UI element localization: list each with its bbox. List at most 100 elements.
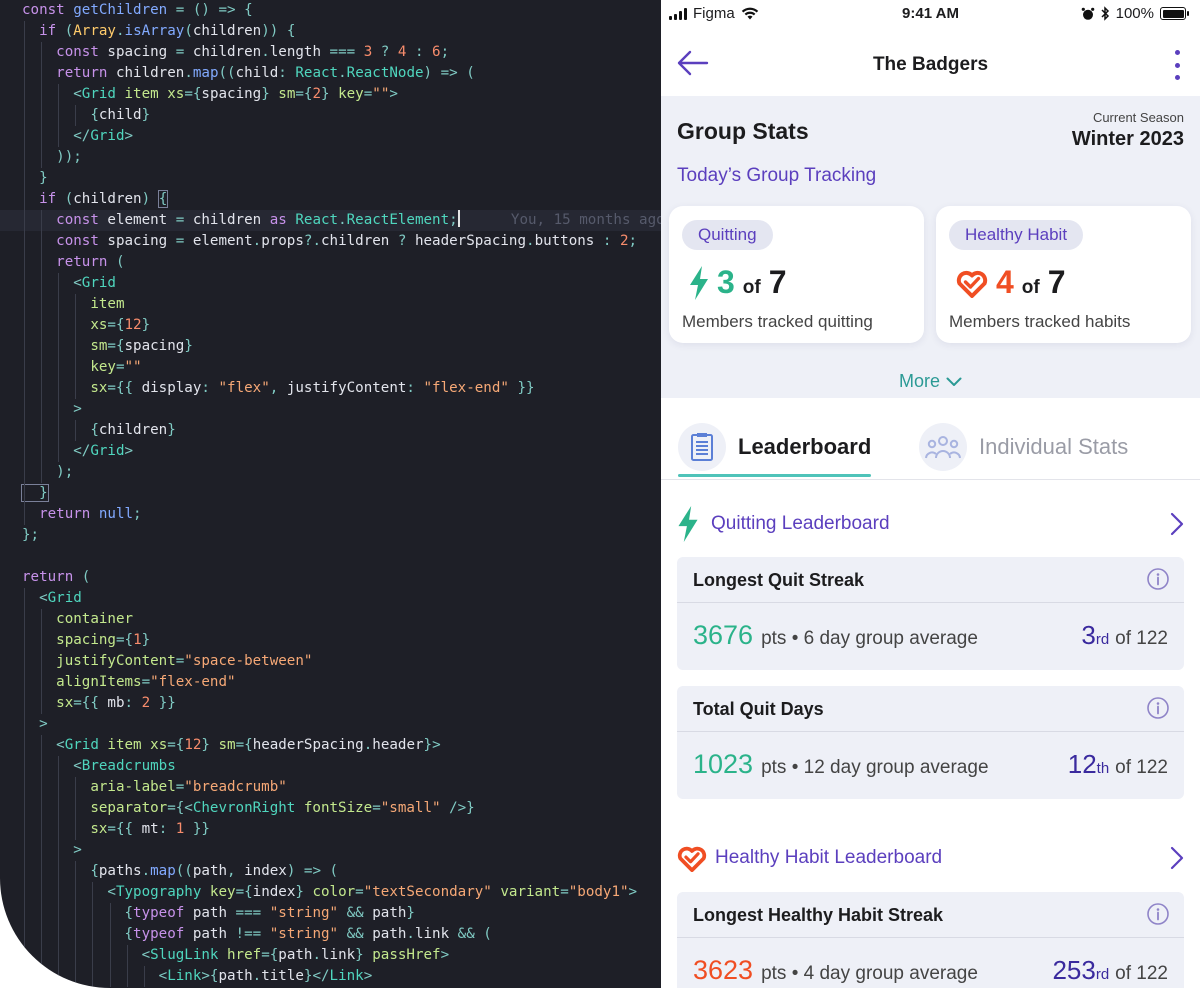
info-icon[interactable] xyxy=(1146,567,1170,591)
code-line[interactable]: <Typography key={index} color="textSecon… xyxy=(0,882,661,903)
code-line[interactable]: container xyxy=(0,609,661,630)
code-lines[interactable]: const getChildren = () => { if (Array.is… xyxy=(0,0,661,987)
code-line[interactable]: aria-label="breadcrumb" xyxy=(0,777,661,798)
code-line[interactable]: sx={{ display: "flex", justifyContent: "… xyxy=(0,378,661,399)
code-line[interactable]: const spacing = element.props?.children … xyxy=(0,231,661,252)
code-line[interactable]: sm={spacing} xyxy=(0,336,661,357)
code-token: ; xyxy=(133,506,142,522)
code-line[interactable]: item xyxy=(0,294,661,315)
git-blame-annotation: You, 15 months ago xyxy=(459,212,661,228)
code-token: = xyxy=(167,233,193,249)
code-line[interactable]: justifyContent="space-between" xyxy=(0,651,661,672)
code-line[interactable]: <Grid xyxy=(0,273,661,294)
code-line[interactable]: > xyxy=(0,714,661,735)
code-line[interactable]: )); xyxy=(0,147,661,168)
code-token: } xyxy=(184,338,193,354)
tab-leaderboard[interactable]: Leaderboard xyxy=(678,420,871,474)
code-line[interactable]: > xyxy=(0,840,661,861)
code-editor[interactable]: const getChildren = () => { if (Array.is… xyxy=(0,0,661,988)
code-line[interactable]: sx={{ mb: 2 }} xyxy=(0,693,661,714)
code-line[interactable]: xs={12} xyxy=(0,315,661,336)
code-token: && xyxy=(338,926,373,942)
code-line[interactable]: </Grid> xyxy=(0,441,661,462)
quitting-tracking-card[interactable]: Quitting 3 of 7 Members tracked quitting xyxy=(669,206,924,343)
code-token: . xyxy=(363,737,373,753)
code-token: return xyxy=(22,254,116,270)
code-line[interactable]: key="" xyxy=(0,357,661,378)
group-stats-title: Group Stats xyxy=(677,118,809,144)
code-line[interactable]: } xyxy=(0,168,661,189)
code-line[interactable]: sx={{ mt: 1 }} xyxy=(0,819,661,840)
code-line[interactable]: {typeof path === "string" && path} xyxy=(0,903,661,924)
quitting-leaderboard-header[interactable]: Quitting Leaderboard xyxy=(677,504,1184,544)
code-token: "" xyxy=(372,86,390,102)
code-line[interactable]: if (Array.isArray(children)) { xyxy=(0,21,661,42)
code-line[interactable]: const spacing = children.length === 3 ? … xyxy=(0,42,661,63)
code-line[interactable]: const element = children as React.ReactE… xyxy=(0,210,661,231)
longest-habit-streak-card[interactable]: Longest Healthy Habit Streak 3623 pts • … xyxy=(677,892,1184,988)
code-line[interactable]: ); xyxy=(0,462,661,483)
code-token: = xyxy=(167,212,193,228)
code-line[interactable]: } xyxy=(0,483,661,504)
code-token: > xyxy=(22,716,48,732)
code-line[interactable] xyxy=(0,546,661,567)
code-token: = xyxy=(167,44,193,60)
code-token: , xyxy=(227,863,245,879)
habit-count-total: 7 xyxy=(1047,264,1066,300)
code-line[interactable]: <Grid item xs={12} sm={headerSpacing.hea… xyxy=(0,735,661,756)
code-line[interactable]: > xyxy=(0,399,661,420)
code-line[interactable]: </Grid> xyxy=(0,126,661,147)
code-token: key xyxy=(22,359,116,375)
code-token: } xyxy=(295,884,304,900)
info-icon[interactable] xyxy=(1146,696,1170,720)
code-line[interactable]: if (children) { xyxy=(0,189,661,210)
code-line[interactable]: alignItems="flex-end" xyxy=(0,672,661,693)
habit-leaderboard-title: Healthy Habit Leaderboard xyxy=(715,847,943,868)
code-line[interactable]: <SlugLink href={path.link} passHref> xyxy=(0,945,661,966)
code-line[interactable]: {child} xyxy=(0,105,661,126)
code-line[interactable]: spacing={1} xyxy=(0,630,661,651)
code-line[interactable]: <Breadcrumbs xyxy=(0,756,661,777)
code-line[interactable]: separator={<ChevronRight fontSize="small… xyxy=(0,798,661,819)
code-line[interactable]: {paths.map((path, index) => ( xyxy=(0,861,661,882)
more-options-icon[interactable] xyxy=(1172,50,1182,80)
code-line[interactable]: <Grid item xs={spacing} sm={2} key=""> xyxy=(0,84,661,105)
code-line[interactable]: return ( xyxy=(0,252,661,273)
code-token: < xyxy=(22,275,82,291)
code-token: "" xyxy=(124,359,142,375)
code-token: } xyxy=(141,107,151,123)
code-token: }</ xyxy=(303,968,330,984)
total-quit-days-card[interactable]: Total Quit Days 1023 pts • 12 day group … xyxy=(677,686,1184,799)
code-token: spacing xyxy=(124,338,185,354)
quitting-leaderboard-title: Quitting Leaderboard xyxy=(711,513,890,534)
code-token: === xyxy=(320,44,364,60)
code-line[interactable]: return children.map((child: React.ReactN… xyxy=(0,63,661,84)
longest-quit-streak-card[interactable]: Longest Quit Streak 3676 pts • 6 day gro… xyxy=(677,557,1184,670)
code-token: children xyxy=(321,233,390,249)
code-token: } xyxy=(406,905,415,921)
habit-tracking-card[interactable]: Healthy Habit 4 of 7 Members tracked hab… xyxy=(936,206,1191,343)
code-token: headerSpacing xyxy=(252,737,364,753)
code-token: < xyxy=(22,590,48,606)
code-line[interactable]: }; xyxy=(0,525,661,546)
more-button[interactable]: More xyxy=(661,371,1200,392)
code-token: ( xyxy=(64,191,74,207)
code-line[interactable]: const getChildren = () => { xyxy=(0,0,661,21)
code-line[interactable]: return ( xyxy=(0,567,661,588)
points-row: 3623 pts • 4 day group average xyxy=(693,955,978,986)
points-value: 1023 xyxy=(693,749,754,779)
info-icon[interactable] xyxy=(1146,902,1170,926)
code-line[interactable]: return null; xyxy=(0,504,661,525)
code-line[interactable]: <Link>{path.title}</Link> xyxy=(0,966,661,987)
habit-leaderboard-header[interactable]: Healthy Habit Leaderboard xyxy=(677,838,1184,878)
code-line[interactable]: {children} xyxy=(0,420,661,441)
tab-individual-stats[interactable]: Individual Stats xyxy=(919,420,1128,474)
code-line[interactable]: {typeof path !== "string" && path.link &… xyxy=(0,924,661,945)
code-token: && ( xyxy=(449,926,492,942)
code-token: . xyxy=(184,65,193,81)
code-token: ) => ( xyxy=(286,863,339,879)
code-token: Link xyxy=(329,968,364,984)
code-line[interactable]: <Grid xyxy=(0,588,661,609)
code-token: } xyxy=(355,947,364,963)
code-token: index xyxy=(244,863,287,879)
